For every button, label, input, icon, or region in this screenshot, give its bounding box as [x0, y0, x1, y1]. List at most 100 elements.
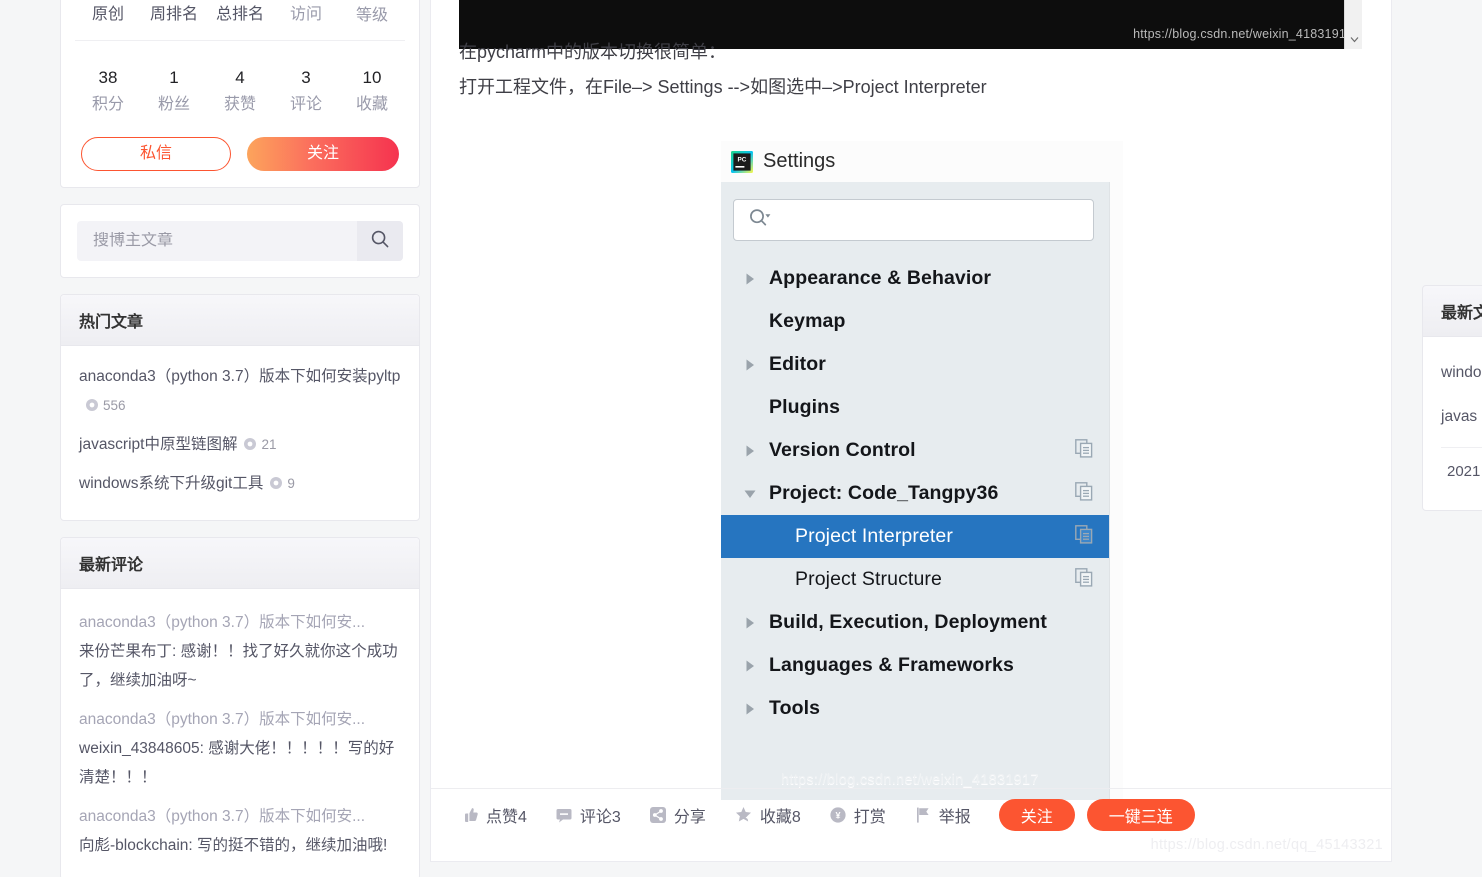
search-button[interactable] — [357, 220, 403, 261]
thumbs-up-icon — [461, 806, 479, 824]
settings-tree-item-project-code-tangpy36[interactable]: Project: Code_Tangpy36 — [721, 472, 1109, 515]
settings-tree-item-languages-frameworks[interactable]: Languages & Frameworks — [721, 644, 1109, 687]
copy-settings-icon[interactable] — [1075, 567, 1093, 592]
left-sidebar: 3原创88万+周排名84万+总排名613访问 1 等级 38 积分 1 粉丝 4 获赞 3 评… — [60, 0, 420, 877]
divider — [1441, 447, 1482, 448]
settings-tree-label: Project Interpreter — [795, 525, 953, 547]
stat-label: 收藏 — [355, 95, 388, 113]
list-item[interactable]: windo — [1441, 351, 1482, 395]
settings-tree-item-keymap[interactable]: Keymap — [721, 300, 1109, 343]
settings-tree-item-project-structure[interactable]: Project Structure — [721, 558, 1109, 601]
views-eye-icon — [243, 432, 257, 461]
list-item[interactable]: anaconda3（python 3.7）版本下如何安... 来份芒果布丁: 感谢… — [79, 601, 401, 698]
page-watermark: https://blog.csdn.net/qq_45143321 — [1150, 837, 1383, 853]
share-icon — [649, 806, 667, 824]
date-label: 2021 — [1447, 463, 1481, 480]
settings-tree-label: Project: Code_Tangpy36 — [769, 482, 999, 504]
settings-tree-label: Build, Execution, Deployment — [769, 611, 1047, 633]
follow-button[interactable]: 关注 — [247, 136, 399, 171]
action-share[interactable]: 分享 — [649, 803, 706, 827]
settings-tree-item-version-control[interactable]: Version Control — [721, 429, 1109, 472]
view-count: 9 — [287, 475, 295, 491]
settings-tree-label: Project Structure — [795, 568, 942, 590]
settings-tree-label: Tools — [769, 697, 821, 719]
profile-stats-card: 3原创88万+周排名84万+总排名613访问 1 等级 38 积分 1 粉丝 4 获赞 3 评… — [60, 0, 420, 188]
action-reward-yen[interactable]: ¥ 打赏 — [829, 803, 886, 827]
stat-item[interactable]: 4 获赞 — [207, 55, 273, 121]
star-icon — [734, 806, 753, 824]
chevron-right-icon[interactable] — [743, 659, 769, 673]
stat-label: 粉丝 — [157, 95, 190, 113]
chevron-right-icon[interactable] — [743, 616, 769, 630]
settings-search-field[interactable] — [733, 199, 1094, 241]
settings-tree-item-appearance-behavior[interactable]: Appearance & Behavior — [721, 257, 1109, 300]
stat-item[interactable]: 1 粉丝 — [141, 55, 207, 121]
settings-dialog-body: Appearance & Behavior Keymap Editor Plugins… — [721, 182, 1110, 800]
copy-settings-icon[interactable] — [1075, 438, 1093, 463]
action-thumbs-up[interactable]: 点赞4 — [461, 803, 527, 827]
view-count: 556 — [103, 397, 126, 413]
comment-article-title[interactable]: anaconda3（python 3.7）版本下如何安... — [79, 705, 401, 734]
stat-item[interactable]: 84万+总排名 — [207, 0, 273, 32]
stat-value: 38 — [98, 67, 118, 87]
private-message-button[interactable]: 私信 — [81, 136, 231, 171]
stat-item[interactable]: 613访问 — [273, 0, 339, 32]
pycharm-settings-screenshot: PC Settings Appearance & Behavior Keymap… — [721, 141, 1123, 800]
search-icon — [370, 229, 390, 252]
code-block-scrollbar[interactable] — [1344, 0, 1362, 49]
reward-yen-icon: ¥ — [829, 806, 847, 824]
stat-value: 1 — [169, 67, 179, 87]
comment-article-title[interactable]: anaconda3（python 3.7）版本下如何安... — [79, 608, 401, 637]
article-paragraph-1: 在pycharm中的版本切换很简单： — [459, 42, 727, 62]
stat-item[interactable]: 88万+周排名 — [141, 0, 207, 32]
stat-label: 积分 — [91, 95, 124, 113]
article-main: https://blog.csdn.net/weixin_4183191 在py… — [430, 0, 1392, 862]
right-sidebar-body: windo javas 2021 — [1422, 337, 1482, 511]
settings-tree-item-editor[interactable]: Editor — [721, 343, 1109, 386]
follow-pill-button[interactable]: 关注 — [998, 798, 1075, 831]
copy-settings-icon[interactable] — [1075, 481, 1093, 506]
settings-dialog-titlebar: PC Settings — [721, 141, 1123, 182]
stat-item[interactable]: 1 等级 — [339, 0, 405, 32]
stats-row-secondary: 38 积分 1 粉丝 4 获赞 3 评论 10 收藏 — [75, 39, 405, 121]
right-sidebar-title: 最新文 — [1422, 285, 1482, 337]
settings-tree-item-tools[interactable]: Tools — [721, 687, 1109, 730]
stat-item[interactable]: 10 收藏 — [339, 55, 405, 121]
profile-action-buttons: 私信 关注 — [75, 121, 405, 171]
action-star[interactable]: 收藏8 — [734, 803, 801, 827]
settings-tree-item-plugins[interactable]: Plugins — [721, 386, 1109, 429]
list-item[interactable]: windows系统下升级git工具 9 — [79, 465, 401, 504]
views-eye-icon — [269, 471, 283, 500]
comment-icon — [555, 806, 573, 824]
scroll-down-arrow-icon[interactable] — [1345, 31, 1362, 47]
chevron-down-icon[interactable] — [743, 487, 769, 501]
list-item[interactable]: anaconda3（python 3.7）版本下如何安... weixin_438… — [79, 698, 401, 795]
list-item[interactable]: javascript中原型链图解 21 — [79, 426, 401, 465]
stat-value: 10 — [362, 67, 382, 87]
list-item[interactable]: javas — [1441, 395, 1482, 439]
copy-settings-icon[interactable] — [1075, 524, 1093, 549]
list-item[interactable]: anaconda3（python 3.7）版本下如何安... 向彪-blockch… — [79, 795, 401, 863]
list-item[interactable]: anaconda3（python 3.7）版本下如何安装pyltp 556 — [79, 358, 401, 426]
action-label: 举报 — [938, 808, 971, 826]
triple-action-pill-button[interactable]: 一键三连 — [1086, 798, 1195, 831]
svg-text:¥: ¥ — [835, 810, 840, 820]
chevron-right-icon[interactable] — [743, 358, 769, 372]
stat-item[interactable]: 3 评论 — [273, 55, 339, 121]
stat-label: 等级 — [355, 6, 388, 24]
chevron-right-icon[interactable] — [743, 272, 769, 286]
action-comment[interactable]: 评论3 — [555, 803, 621, 827]
chevron-right-icon[interactable] — [743, 444, 769, 458]
action-label: 分享 — [673, 808, 706, 826]
stat-item[interactable]: 38 积分 — [75, 55, 141, 121]
search-input[interactable] — [77, 231, 357, 250]
settings-tree-item-project-interpreter[interactable]: Project Interpreter — [721, 515, 1109, 558]
right-sidebar: 最新文 windo javas 2021 — [1422, 285, 1482, 511]
settings-tree-item-build-execution-deployment[interactable]: Build, Execution, Deployment — [721, 601, 1109, 644]
stat-item[interactable]: 3原创 — [75, 0, 141, 32]
settings-dialog-watermark: https://blog.csdn.net/weixin_41831917 — [781, 772, 1039, 788]
action-flag[interactable]: 举报 — [914, 803, 971, 827]
chevron-right-icon[interactable] — [743, 702, 769, 716]
stat-value: 4 — [235, 67, 245, 87]
comment-article-title[interactable]: anaconda3（python 3.7）版本下如何安... — [79, 802, 401, 831]
